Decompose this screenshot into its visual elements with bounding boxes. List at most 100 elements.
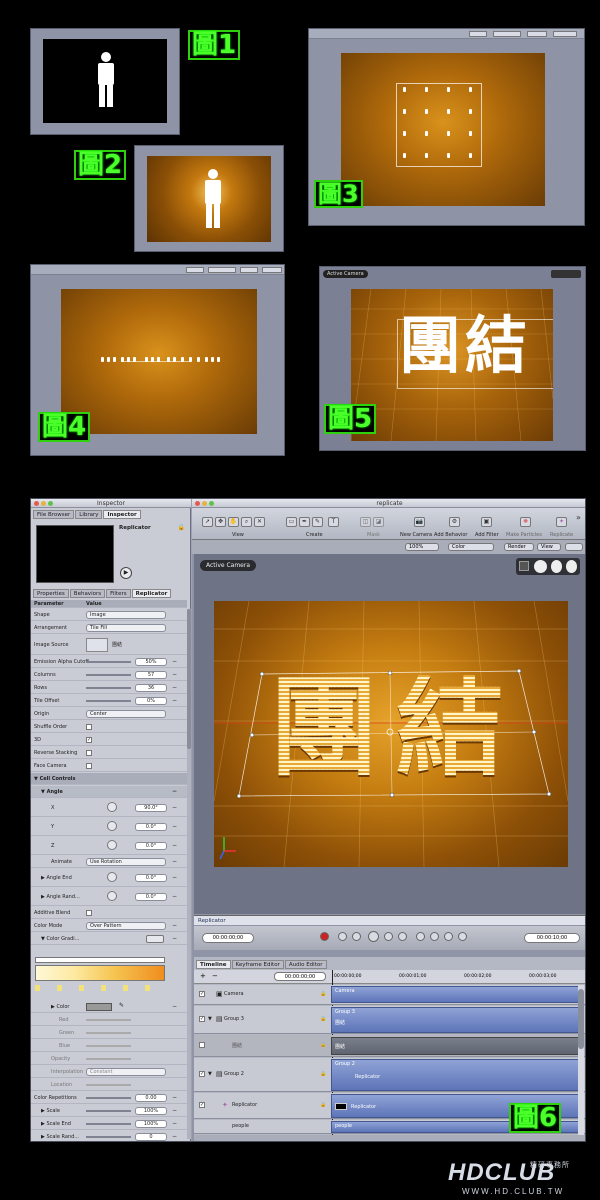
eyedropper-icon[interactable]: ✎ <box>119 1002 124 1009</box>
blue-slider[interactable] <box>86 1045 131 1047</box>
tab-file-browser[interactable]: File Browser <box>33 510 75 519</box>
three-d-checkbox[interactable]: ✓ <box>86 737 92 743</box>
frame-back-button[interactable] <box>416 932 425 941</box>
go-to-start-button[interactable] <box>338 932 347 941</box>
lock-icon[interactable]: 🔒 <box>178 524 185 531</box>
gradient-preset-button[interactable] <box>146 935 164 943</box>
scale-value[interactable]: 100% <box>135 1107 167 1115</box>
play-button[interactable]: ▶ <box>120 567 132 579</box>
color-mode-popup[interactable]: Over Pattern <box>86 922 166 930</box>
camera-hud[interactable] <box>516 558 580 575</box>
replicate-icon[interactable]: ✦ <box>556 517 567 527</box>
z-dial[interactable] <box>107 840 117 850</box>
pan-tool-icon[interactable]: ✋ <box>228 517 239 527</box>
rectangle-tool-icon[interactable]: ▭ <box>286 517 297 527</box>
angle-end-dial[interactable] <box>107 872 117 882</box>
opacity-slider[interactable] <box>86 1058 131 1060</box>
play-icon[interactable] <box>368 931 379 942</box>
render-popup[interactable]: Render <box>504 543 534 551</box>
frame-forward-button[interactable] <box>430 932 439 941</box>
orbit-icon[interactable] <box>534 560 547 573</box>
shape-popup[interactable]: Image <box>86 611 166 619</box>
mask-tool-icon[interactable]: ◫ <box>360 517 371 527</box>
dolly-icon[interactable] <box>566 560 577 573</box>
active-camera-menu[interactable]: Active Camera <box>200 560 257 571</box>
add-layer-icon[interactable]: + <box>200 972 206 980</box>
pan-camera-icon[interactable] <box>551 560 562 573</box>
audio-button[interactable] <box>398 932 407 941</box>
lock-icon[interactable]: 🔒 <box>320 991 326 997</box>
tab-properties[interactable]: Properties <box>33 589 69 598</box>
scale-end-value[interactable]: 100% <box>135 1120 167 1128</box>
adjust-tool-icon[interactable]: ✥ <box>215 517 226 527</box>
scale-rand-value[interactable]: 0 <box>135 1133 167 1141</box>
x-value[interactable]: 90.0° <box>135 804 167 812</box>
location-slider[interactable] <box>86 1084 131 1086</box>
color-rep-value[interactable]: 0.00 <box>135 1094 167 1102</box>
emission-slider[interactable] <box>86 661 131 663</box>
disclosure-icon[interactable]: ▼ <box>208 1071 212 1077</box>
text-tool-icon[interactable]: T <box>328 517 339 527</box>
lock-icon[interactable]: 🔒 <box>320 1071 326 1077</box>
timeline-scrollbar[interactable] <box>578 985 584 1135</box>
zoom-popup[interactable]: 100% <box>405 543 439 551</box>
track-group2[interactable]: ✓ ▼ ▤ Group 2 🔒 Group 2 Replicator <box>194 1058 585 1092</box>
bar-group3[interactable]: Group 3 團結 <box>331 1007 579 1033</box>
bar-text[interactable]: 團結 <box>331 1037 579 1055</box>
x-dial[interactable] <box>107 802 117 812</box>
lock-icon[interactable]: 🔒 <box>320 1042 326 1048</box>
gradient-stops[interactable] <box>35 985 165 991</box>
row-angle[interactable]: ▼ Angle − <box>31 786 187 798</box>
face-camera-checkbox[interactable] <box>86 763 92 769</box>
lock-icon[interactable]: 🔒 <box>320 1016 326 1022</box>
angle-rand-value[interactable]: 0.0° <box>135 893 167 901</box>
track-text[interactable]: 團結 🔒 團結 <box>194 1035 585 1057</box>
inspector-scrollbar[interactable] <box>187 609 191 1139</box>
row-cell-controls[interactable]: ▼ Cell Controls <box>31 773 187 785</box>
delete-tool-icon[interactable]: ✕ <box>254 517 265 527</box>
angle-end-value[interactable]: 0.0° <box>135 874 167 882</box>
fig5-hud-icons[interactable] <box>551 270 581 278</box>
arrangement-popup[interactable]: Tile Fill <box>86 624 166 632</box>
go-to-end-button[interactable] <box>444 932 453 941</box>
color-well[interactable] <box>86 1003 112 1011</box>
track-enable-checkbox[interactable] <box>199 1042 205 1048</box>
tab-library[interactable]: Library <box>75 510 103 519</box>
fig5-camera-menu[interactable]: Active Camera <box>323 270 368 278</box>
tab-filters[interactable]: Filters <box>106 589 131 598</box>
new-camera-icon[interactable]: 📷 <box>414 517 425 527</box>
columns-value[interactable]: 57 <box>135 671 167 679</box>
gradient-editor[interactable] <box>33 947 185 999</box>
track-enable-checkbox[interactable]: ✓ <box>199 1071 205 1077</box>
track-enable-checkbox[interactable]: ✓ <box>199 1102 205 1108</box>
add-filter-icon[interactable]: ▣ <box>481 517 492 527</box>
tab-timeline[interactable]: Timeline <box>196 960 231 969</box>
view-layout-icon[interactable] <box>519 561 529 571</box>
record-button[interactable] <box>320 932 329 941</box>
timeline-timecode[interactable]: 00:00:00;00 <box>274 972 326 981</box>
red-slider[interactable] <box>86 1019 131 1021</box>
image-source-well[interactable] <box>86 638 108 652</box>
z-value[interactable]: 0.0° <box>135 842 167 850</box>
end-timecode[interactable]: 00:00:10;00 <box>524 933 580 943</box>
disclosure-icon[interactable]: ▼ <box>208 1016 212 1022</box>
bezier-tool-icon[interactable]: ✒ <box>299 517 310 527</box>
tile-offset-slider[interactable] <box>86 700 131 702</box>
green-slider[interactable] <box>86 1032 131 1034</box>
scale-slider[interactable] <box>86 1110 131 1112</box>
rewind-button[interactable] <box>352 932 361 941</box>
tab-inspector[interactable]: Inspector <box>103 510 141 519</box>
tab-audio-editor[interactable]: Audio Editor <box>284 960 327 969</box>
track-enable-checkbox[interactable]: ✓ <box>199 991 205 997</box>
angle-rand-dial[interactable] <box>107 891 117 901</box>
add-behavior-icon[interactable]: ⚙ <box>449 517 460 527</box>
origin-popup[interactable]: Center <box>86 710 166 718</box>
remove-layer-icon[interactable]: − <box>212 972 218 980</box>
color-popup[interactable]: Color <box>448 543 494 551</box>
make-particles-icon[interactable]: ✺ <box>520 517 531 527</box>
zoom-tool-icon[interactable]: ⌕ <box>241 517 252 527</box>
bar-group2[interactable]: Group 2 Replicator <box>331 1059 579 1091</box>
animate-popup[interactable]: Use Rotation <box>86 858 166 866</box>
tab-replicator[interactable]: Replicator <box>131 589 172 598</box>
track-camera[interactable]: ✓ ▣ Camera 🔒 Camera <box>194 985 585 1005</box>
